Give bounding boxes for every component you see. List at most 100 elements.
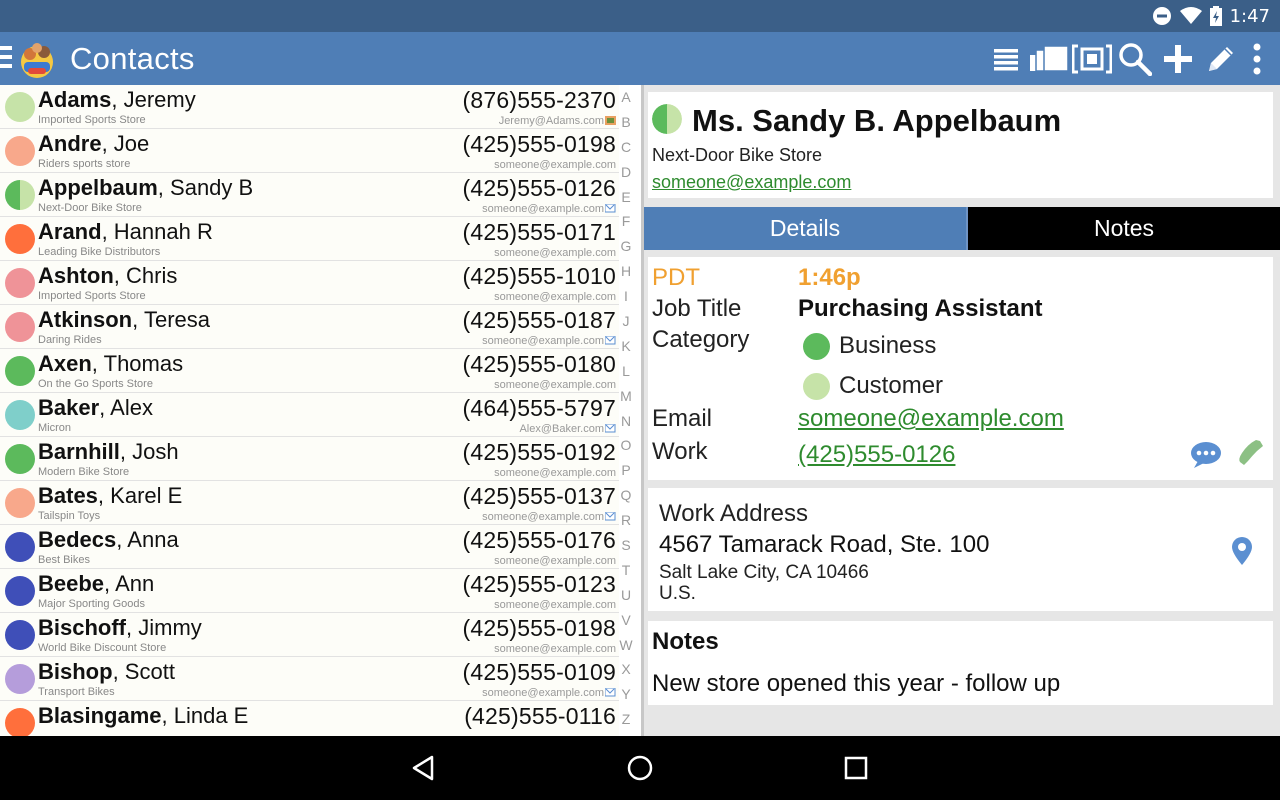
alphabet-letter[interactable]: J xyxy=(619,309,633,334)
contact-row[interactable]: Bedecs, Anna Best Bikes (425)555-0176 someo… xyxy=(0,525,619,569)
alphabet-letter[interactable]: P xyxy=(619,458,633,483)
contact-row[interactable]: Bishop, Scott Transport Bikes (425)555-010… xyxy=(0,657,619,701)
contact-email: someone@example.com xyxy=(494,291,616,303)
alphabet-letter[interactable]: D xyxy=(619,160,633,185)
address-card: Work Address 4567 Tamarack Road, Ste. 10… xyxy=(648,488,1273,611)
contact-avatar xyxy=(5,488,35,518)
contact-company: Leading Bike Distributors xyxy=(38,246,161,258)
alphabet-letter[interactable]: U xyxy=(619,583,633,608)
cards-view-button[interactable] xyxy=(1027,32,1070,85)
alphabet-letter[interactable]: C xyxy=(619,135,633,160)
contact-row[interactable]: Adams, Jeremy Imported Sports Store (876)5… xyxy=(0,85,619,129)
contact-company: Transport Bikes xyxy=(38,686,115,698)
alphabet-letter[interactable]: A xyxy=(619,85,633,110)
alphabet-letter[interactable]: T xyxy=(619,558,633,583)
alphabet-letter[interactable]: V xyxy=(619,608,633,633)
contact-row[interactable]: Beebe, Ann Major Sporting Goods (425)555-0… xyxy=(0,569,619,613)
name-separator: , xyxy=(161,703,174,728)
contact-email: someone@example.com xyxy=(494,643,616,655)
contact-first-name: Ann xyxy=(115,571,155,596)
split-view-button[interactable] xyxy=(1070,32,1113,85)
contact-row[interactable]: Baker, Alex Micron (464)555-5797 Alex@Baker… xyxy=(0,393,619,437)
back-icon[interactable] xyxy=(408,752,440,784)
contact-email-text: someone@example.com xyxy=(494,467,616,479)
contact-row[interactable]: Bates, Karel E Tailspin Toys (425)555-0137… xyxy=(0,481,619,525)
alphabet-letter[interactable]: F xyxy=(619,209,633,234)
contact-row[interactable]: Blasingame, Linda E (425)555-0116 xyxy=(0,701,619,736)
category-customer: Customer xyxy=(839,372,944,399)
alphabet-letter[interactable]: S xyxy=(619,533,633,558)
category-customer-dot xyxy=(803,373,830,400)
alphabet-letter[interactable]: K xyxy=(619,334,633,359)
name-separator: , xyxy=(91,351,104,376)
alphabet-letter[interactable]: H xyxy=(619,259,633,284)
app-title: Contacts xyxy=(70,41,195,76)
contact-row[interactable]: Andre, Joe Riders sports store (425)555-01… xyxy=(0,129,619,173)
alphabet-letter[interactable]: Z xyxy=(619,707,633,732)
status-time: 1:47 xyxy=(1229,5,1270,27)
drawer-menu-icon[interactable] xyxy=(0,46,14,72)
contact-list[interactable]: Adams, Jeremy Imported Sports Store (876)5… xyxy=(0,85,641,736)
alphabet-letter[interactable]: Y xyxy=(619,682,633,707)
message-icon[interactable] xyxy=(1190,441,1222,469)
alphabet-index[interactable]: ABCDEFGHIJKLMNOPQRSTUVWXYZ xyxy=(619,85,633,736)
contact-row[interactable]: Ashton, Chris Imported Sports Store (425)5… xyxy=(0,261,619,305)
recents-icon[interactable] xyxy=(840,752,872,784)
category-business: Business xyxy=(839,332,937,359)
email-flag-icon xyxy=(605,336,616,345)
add-contact-button[interactable] xyxy=(1156,32,1199,85)
overflow-menu-button[interactable] xyxy=(1242,32,1272,85)
alphabet-letter[interactable]: W xyxy=(619,633,633,658)
contact-row[interactable]: Bischoff, Jimmy World Bike Discount Store… xyxy=(0,613,619,657)
alphabet-letter[interactable]: I xyxy=(619,284,633,309)
contact-phone: (425)555-0137 xyxy=(462,483,616,509)
contact-company: On the Go Sports Store xyxy=(38,378,153,390)
search-icon xyxy=(1118,42,1152,76)
alphabet-letter[interactable]: N xyxy=(619,409,633,434)
email-book-icon xyxy=(605,116,616,125)
alphabet-letter[interactable]: Q xyxy=(619,483,633,508)
alphabet-letter[interactable]: M xyxy=(619,384,633,409)
map-pin-icon[interactable] xyxy=(1232,537,1252,565)
search-button[interactable] xyxy=(1113,32,1156,85)
system-nav-bar xyxy=(0,736,1280,800)
notes-text: New store opened this year - follow up xyxy=(652,670,1061,697)
alphabet-letter[interactable]: R xyxy=(619,508,633,533)
alphabet-letter[interactable]: O xyxy=(619,433,633,458)
contact-detail: Ms. Sandy B. Appelbaum Next-Door Bike St… xyxy=(644,85,1280,736)
list-view-button[interactable] xyxy=(984,32,1027,85)
alphabet-letter[interactable]: E xyxy=(619,185,633,210)
contact-name: Bates, Karel E xyxy=(38,483,182,509)
battery-icon xyxy=(1209,6,1222,26)
contact-phone: (425)555-0171 xyxy=(462,219,616,245)
edit-button[interactable] xyxy=(1199,32,1242,85)
contact-row[interactable]: Arand, Hannah R Leading Bike Distributors… xyxy=(0,217,619,261)
alphabet-letter[interactable]: G xyxy=(619,234,633,259)
work-phone-link[interactable]: (425)555-0126 xyxy=(798,441,955,469)
contact-phone: (425)555-0198 xyxy=(462,131,616,157)
contact-name: Beebe, Ann xyxy=(38,571,154,597)
tab-details[interactable]: Details xyxy=(644,207,966,250)
name-separator: , xyxy=(112,659,125,684)
tab-notes[interactable]: Notes xyxy=(966,207,1280,250)
alphabet-letter[interactable]: L xyxy=(619,359,633,384)
contact-row[interactable]: Atkinson, Teresa Daring Rides (425)555-018… xyxy=(0,305,619,349)
phone-icon[interactable] xyxy=(1238,439,1264,469)
contact-row[interactable]: Appelbaum, Sandy B Next-Door Bike Store (4… xyxy=(0,173,619,217)
status-bar: 1:47 xyxy=(0,0,1280,32)
contact-email: someone@example.com xyxy=(494,247,616,259)
home-icon[interactable] xyxy=(624,752,656,784)
alphabet-letter[interactable]: B xyxy=(619,110,633,135)
email-link[interactable]: someone@example.com xyxy=(798,405,1064,433)
contact-row[interactable]: Axen, Thomas On the Go Sports Store (425)5… xyxy=(0,349,619,393)
contact-last-name: Adams xyxy=(38,87,112,112)
contact-row[interactable]: Barnhill, Josh Modern Bike Store (425)555-… xyxy=(0,437,619,481)
alphabet-letter[interactable]: X xyxy=(619,657,633,682)
app-bar: Contacts xyxy=(0,32,1280,85)
contact-company: Major Sporting Goods xyxy=(38,598,145,610)
contact-email: someone@example.com xyxy=(494,599,616,611)
contact-last-name: Atkinson xyxy=(38,307,133,332)
contact-name: Blasingame, Linda E xyxy=(38,703,248,729)
contact-avatar xyxy=(5,312,35,342)
contact-email-link[interactable]: someone@example.com xyxy=(652,172,851,193)
